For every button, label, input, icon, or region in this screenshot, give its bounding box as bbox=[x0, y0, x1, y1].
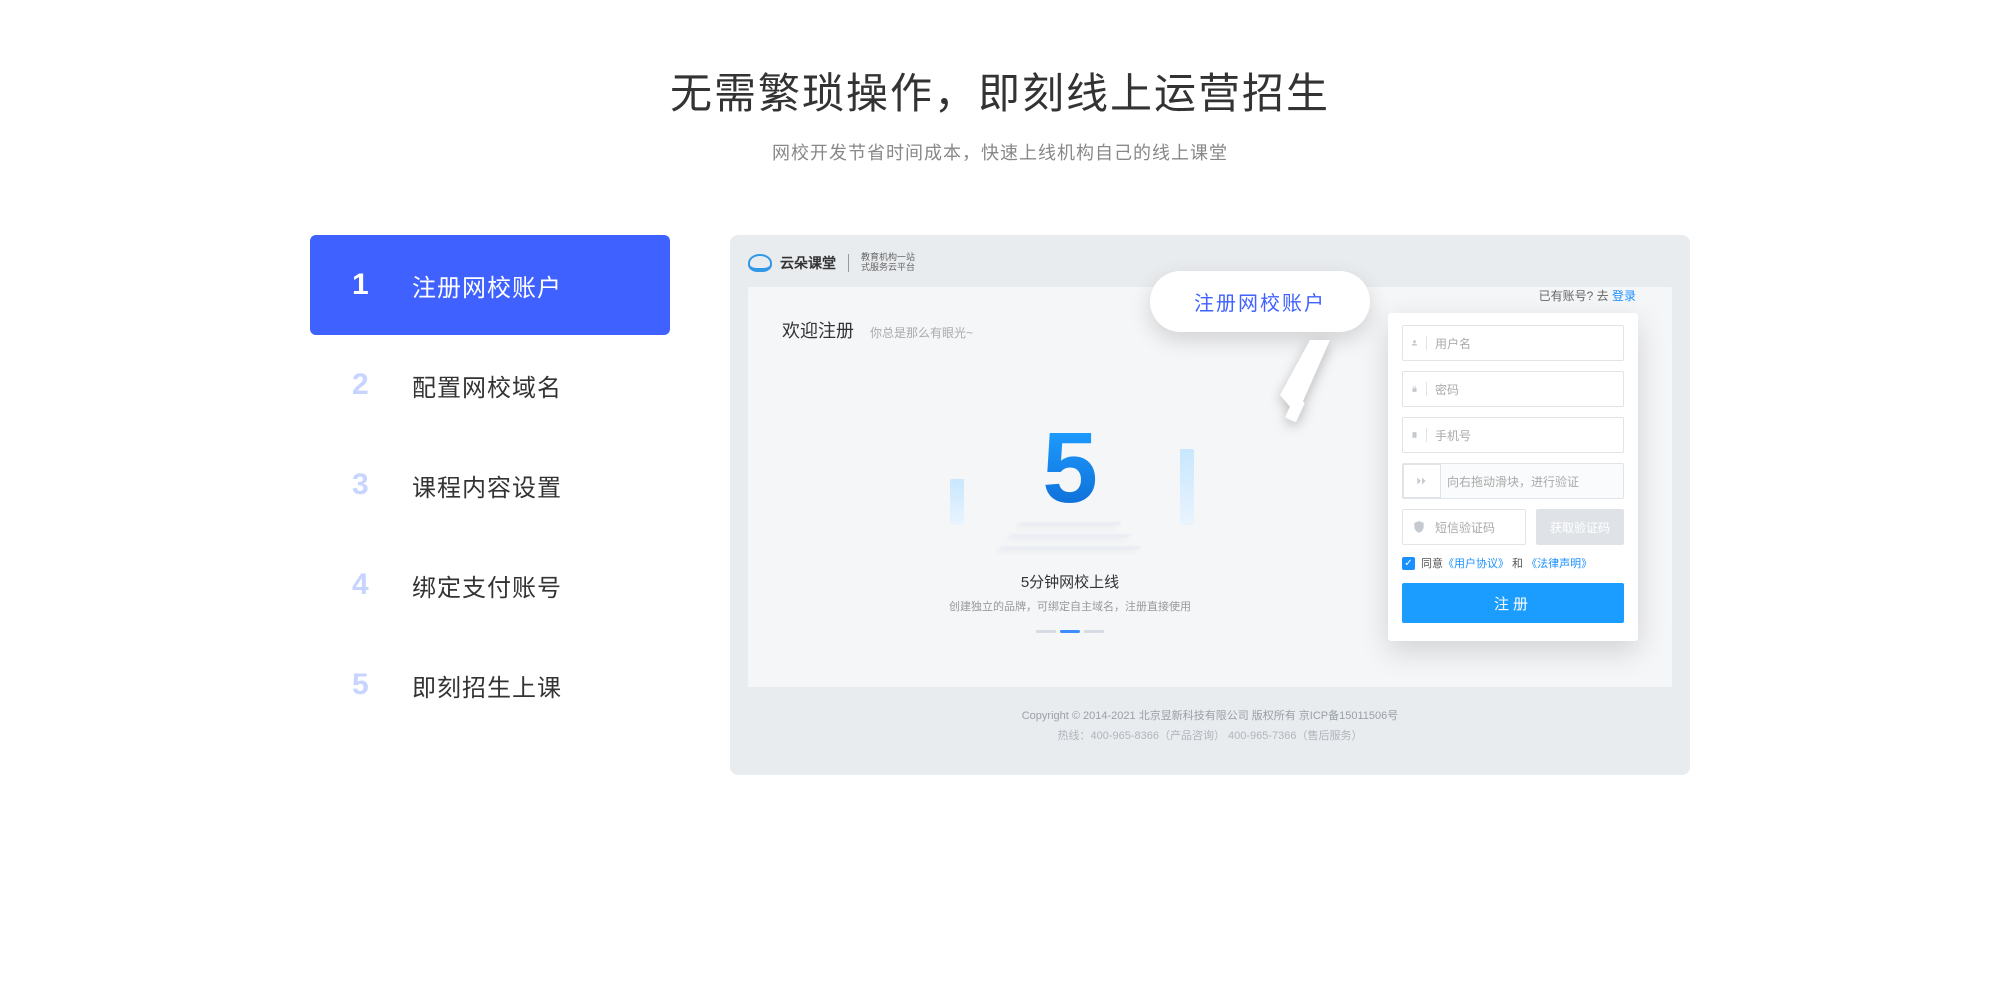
step-5[interactable]: 5 即刻招生上课 bbox=[310, 635, 670, 735]
footer-hotline: 热线：400-965-8366（产品咨询） 400-965-7366（售后服务） bbox=[748, 727, 1672, 743]
page-title: 无需繁琐操作，即刻线上运营招生 bbox=[0, 60, 2000, 121]
welcome-title: 欢迎注册 bbox=[782, 317, 854, 343]
pillar-right-icon bbox=[1180, 449, 1194, 525]
step-3[interactable]: 3 课程内容设置 bbox=[310, 435, 670, 535]
pager-dot[interactable] bbox=[1036, 630, 1056, 633]
brand-name: 云朵课堂 bbox=[780, 253, 836, 273]
password-placeholder: 密码 bbox=[1435, 381, 1459, 398]
step-4-num: 4 bbox=[352, 568, 412, 602]
shield-icon bbox=[1411, 520, 1427, 534]
step-5-label: 即刻招生上课 bbox=[412, 668, 562, 703]
slider-knob[interactable] bbox=[1403, 464, 1441, 498]
smscode-field[interactable]: 短信验证码 bbox=[1402, 509, 1526, 545]
step-4-label: 绑定支付账号 bbox=[412, 568, 562, 603]
double-arrow-right-icon bbox=[1415, 474, 1429, 488]
callout-arrow-icon bbox=[1275, 335, 1335, 425]
pager-dot[interactable] bbox=[1084, 630, 1104, 633]
step-1-num: 1 bbox=[352, 268, 412, 302]
brand-divider bbox=[848, 254, 849, 272]
username-placeholder: 用户名 bbox=[1435, 335, 1471, 352]
step-list: 1 注册网校账户 2 配置网校域名 3 课程内容设置 4 绑定支付账号 5 即刻… bbox=[310, 235, 670, 775]
phone-icon bbox=[1411, 428, 1427, 442]
lock-icon bbox=[1411, 382, 1427, 396]
step-1[interactable]: 1 注册网校账户 bbox=[310, 235, 670, 335]
cloud-logo-icon bbox=[748, 254, 772, 272]
pillar-left-icon bbox=[950, 479, 964, 525]
agree-checkbox[interactable]: ✓ bbox=[1402, 557, 1415, 570]
tos-link[interactable]: 《用户协议》 bbox=[1443, 558, 1509, 570]
step-5-num: 5 bbox=[352, 668, 412, 702]
phone-field[interactable]: 手机号 bbox=[1402, 417, 1624, 453]
login-hint: 已有账号? 去 登录 bbox=[1539, 287, 1636, 304]
hero-pager[interactable] bbox=[1036, 630, 1104, 633]
welcome-sub: 你总是那么有眼光~ bbox=[870, 324, 973, 341]
page-subtitle: 网校开发节省时间成本，快速上线机构自己的线上课堂 bbox=[0, 139, 2000, 165]
hero-line2: 创建独立的品牌，可绑定自主域名，注册直接使用 bbox=[949, 598, 1191, 614]
step-3-num: 3 bbox=[352, 468, 412, 502]
step-1-label: 注册网校账户 bbox=[412, 268, 562, 303]
user-icon bbox=[1411, 336, 1427, 350]
agree-row: ✓ 同意《用户协议》 和 《法律声明》 bbox=[1402, 555, 1624, 571]
step-2-label: 配置网校域名 bbox=[412, 368, 562, 403]
callout-bubble: 注册网校账户 bbox=[1150, 271, 1370, 332]
hero-line1: 5分钟网校上线 bbox=[1021, 571, 1119, 592]
brand-sub: 教育机构一站式服务云平台 bbox=[861, 253, 915, 273]
phone-placeholder: 手机号 bbox=[1435, 427, 1471, 444]
submit-button[interactable]: 注册 bbox=[1402, 583, 1624, 623]
mock-preview: 云朵课堂 教育机构一站式服务云平台 注册网校账户 欢迎注册 你总是那么有眼光~ bbox=[730, 235, 1690, 775]
login-link[interactable]: 登录 bbox=[1612, 289, 1636, 303]
smscode-placeholder: 短信验证码 bbox=[1435, 519, 1495, 536]
password-field[interactable]: 密码 bbox=[1402, 371, 1624, 407]
slider-verify[interactable]: 向右拖动滑块，进行验证 bbox=[1402, 463, 1624, 499]
footer-copyright: Copyright © 2014-2021 北京昱新科技有限公司 版权所有 京I… bbox=[748, 707, 1672, 723]
step-2-num: 2 bbox=[352, 368, 412, 402]
step-2[interactable]: 2 配置网校域名 bbox=[310, 335, 670, 435]
step-4[interactable]: 4 绑定支付账号 bbox=[310, 535, 670, 635]
slider-placeholder: 向右拖动滑块，进行验证 bbox=[1447, 473, 1579, 490]
signup-card: 已有账号? 去 登录 用户名 密码 bbox=[1388, 313, 1638, 641]
get-code-button[interactable]: 获取验证码 bbox=[1536, 509, 1624, 545]
step-3-label: 课程内容设置 bbox=[412, 468, 562, 503]
username-field[interactable]: 用户名 bbox=[1402, 325, 1624, 361]
hero-number: 5 bbox=[1042, 428, 1098, 508]
pager-dot-active[interactable] bbox=[1060, 630, 1080, 633]
legal-link[interactable]: 《法律声明》 bbox=[1526, 558, 1592, 570]
hero-illustration: 5 bbox=[980, 395, 1160, 565]
mock-footer: Copyright © 2014-2021 北京昱新科技有限公司 版权所有 京I… bbox=[748, 707, 1672, 743]
mock-brand-bar: 云朵课堂 教育机构一站式服务云平台 bbox=[748, 253, 1672, 273]
